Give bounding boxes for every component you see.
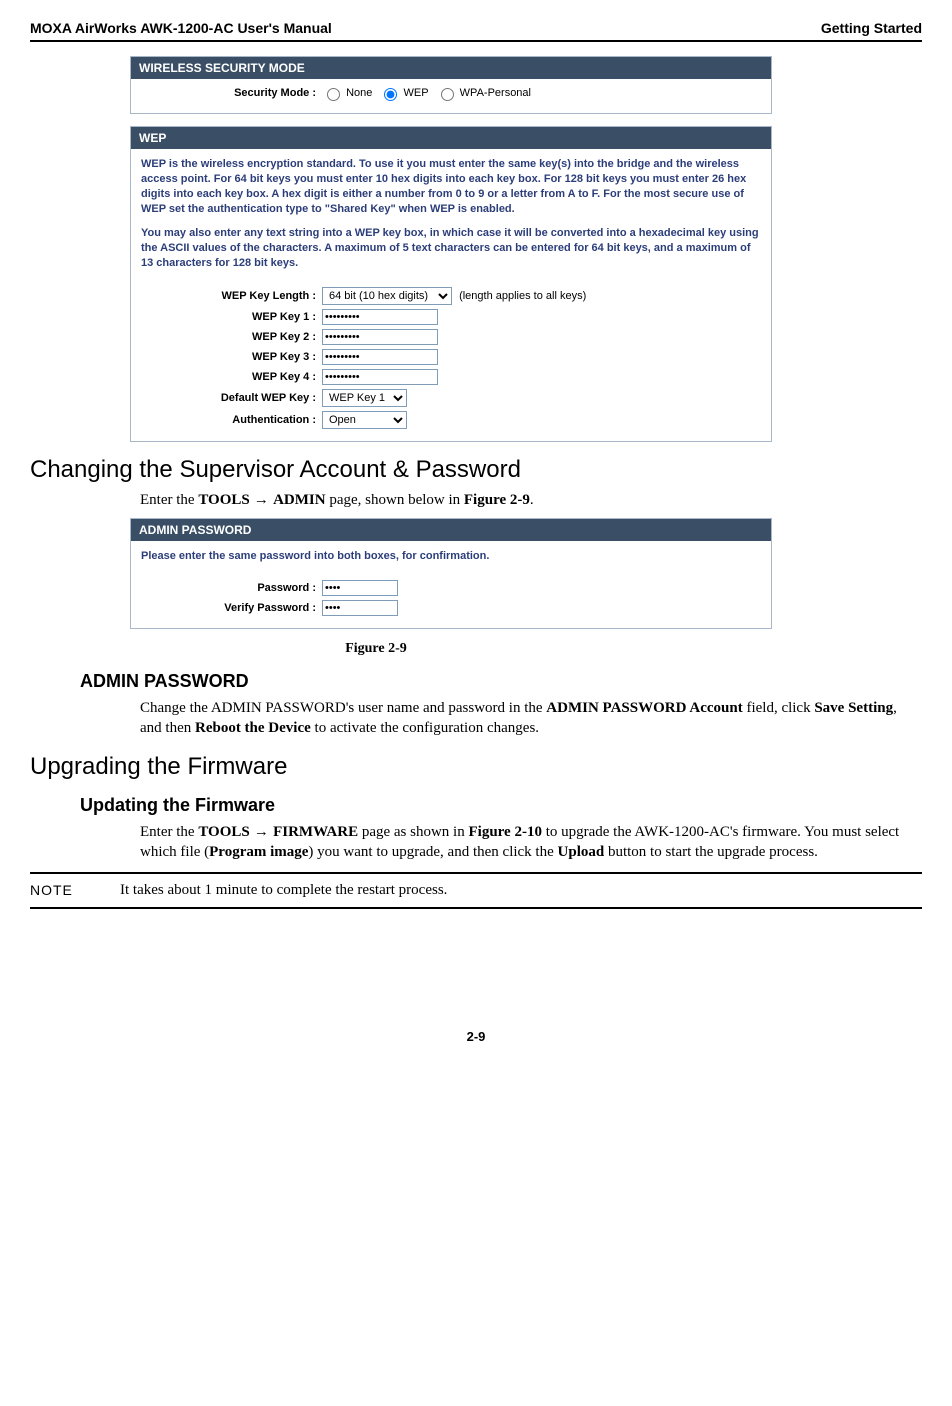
- wep-key-length-select[interactable]: 64 bit (10 hex digits): [322, 287, 452, 305]
- wireless-security-mode-panel: WIRELESS SECURITY MODE Security Mode : N…: [130, 56, 772, 114]
- wep-key-length-label: WEP Key Length :: [141, 290, 322, 302]
- updating-firmware-para: Enter the TOOLS → FIRMWARE page as shown…: [140, 822, 900, 863]
- wep-key3-input[interactable]: [322, 349, 438, 365]
- header-right: Getting Started: [821, 20, 922, 36]
- verify-password-label: Verify Password :: [141, 602, 322, 614]
- wep-panel: WEP WEP is the wireless encryption stand…: [130, 126, 772, 442]
- note-box: NOTE It takes about 1 minute to complete…: [30, 872, 922, 909]
- security-mode-none[interactable]: None: [322, 87, 372, 99]
- wep-key1-input[interactable]: [322, 309, 438, 325]
- note-text: It takes about 1 minute to complete the …: [120, 882, 922, 899]
- admin-password-para: Change the ADMIN PASSWORD's user name an…: [140, 698, 900, 739]
- wep-key3-label: WEP Key 3 :: [141, 351, 322, 363]
- security-mode-label: Security Mode :: [141, 87, 322, 99]
- security-mode-wep[interactable]: WEP: [379, 87, 428, 99]
- wep-key2-input[interactable]: [322, 329, 438, 345]
- wep-key2-label: WEP Key 2 :: [141, 331, 322, 343]
- wep-key-length-hint: (length applies to all keys): [459, 290, 586, 302]
- radio-label-wpa: WPA-Personal: [460, 87, 531, 99]
- changing-supervisor-para: Enter the TOOLS → ADMIN page, shown belo…: [140, 490, 900, 510]
- updating-firmware-heading: Updating the Firmware: [80, 795, 922, 816]
- verify-password-input[interactable]: [322, 600, 398, 616]
- radio-label-wep: WEP: [403, 87, 428, 99]
- admin-password-heading: ADMIN PASSWORD: [80, 671, 922, 692]
- figure-caption: Figure 2-9: [0, 641, 922, 657]
- panel-title: WIRELESS SECURITY MODE: [131, 57, 771, 79]
- password-input[interactable]: [322, 580, 398, 596]
- panel-title: ADMIN PASSWORD: [131, 519, 771, 541]
- upgrading-firmware-heading: Upgrading the Firmware: [30, 753, 922, 781]
- page-number: 2-9: [30, 1029, 922, 1044]
- header-rule: [30, 40, 922, 42]
- changing-supervisor-heading: Changing the Supervisor Account & Passwo…: [30, 456, 922, 484]
- admin-password-intro: Please enter the same password into both…: [141, 549, 761, 564]
- wep-key4-input[interactable]: [322, 369, 438, 385]
- authentication-label: Authentication :: [141, 414, 322, 426]
- wep-intro-2: You may also enter any text string into …: [141, 226, 761, 271]
- default-wep-key-select[interactable]: WEP Key 1: [322, 389, 407, 407]
- header-left: MOXA AirWorks AWK-1200-AC User's Manual: [30, 20, 332, 36]
- panel-title: WEP: [131, 127, 771, 149]
- password-label: Password :: [141, 582, 322, 594]
- authentication-select[interactable]: Open: [322, 411, 407, 429]
- security-mode-wpa[interactable]: WPA-Personal: [436, 87, 531, 99]
- wep-key4-label: WEP Key 4 :: [141, 371, 322, 383]
- default-wep-key-label: Default WEP Key :: [141, 392, 322, 404]
- wep-key1-label: WEP Key 1 :: [141, 311, 322, 323]
- admin-password-panel: ADMIN PASSWORD Please enter the same pas…: [130, 518, 772, 629]
- page-header: MOXA AirWorks AWK-1200-AC User's Manual …: [30, 20, 922, 40]
- note-label: NOTE: [30, 882, 120, 899]
- wep-intro-1: WEP is the wireless encryption standard.…: [141, 157, 761, 216]
- radio-label-none: None: [346, 87, 372, 99]
